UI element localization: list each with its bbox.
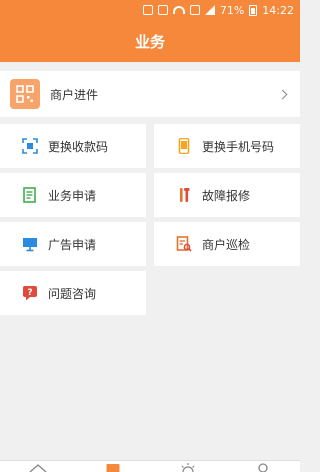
notification-icon-2 — [157, 5, 168, 15]
form-icon — [22, 187, 38, 203]
repair-tools-icon — [176, 187, 192, 203]
business-icon — [106, 464, 119, 472]
bottom-tab-bar — [0, 460, 300, 472]
wifi-icon — [172, 6, 185, 14]
merchant-inspection-label: 商户巡检 — [202, 237, 251, 252]
battery-icon — [249, 4, 258, 16]
question-consult-button[interactable]: ? 问题咨询 — [0, 271, 146, 315]
grid-row: 更换收款码 更换手机号码 — [0, 124, 300, 168]
business-application-label: 业务申请 — [48, 188, 97, 203]
signal-icon — [204, 5, 215, 15]
tab-profile[interactable] — [243, 461, 283, 472]
business-application-button[interactable]: 业务申请 — [0, 173, 146, 217]
notification-icon — [142, 5, 153, 15]
ad-screen-icon — [22, 236, 38, 252]
merchant-inspection-button[interactable]: 商户巡检 — [154, 222, 300, 266]
ad-application-button[interactable]: 广告申请 — [0, 222, 146, 266]
change-payment-code-button[interactable]: 更换收款码 — [0, 124, 146, 168]
merchant-onboarding-row[interactable]: 商户进件 — [0, 71, 300, 117]
service-grid: 更换收款码 更换手机号码 业务申请 故障报修 广告申请 商户巡检 ? 问题咨询 — [0, 124, 300, 320]
change-phone-button[interactable]: 更换手机号码 — [154, 124, 300, 168]
sim-icon — [189, 5, 200, 15]
phone-icon — [176, 137, 192, 155]
scan-code-icon — [22, 138, 38, 154]
question-icon: ? — [22, 285, 38, 301]
merchant-onboarding-label: 商户进件 — [50, 87, 99, 102]
battery-percent: 71% — [219, 3, 245, 17]
user-icon — [257, 463, 268, 472]
qr-code-icon — [10, 79, 40, 109]
ad-application-label: 广告申请 — [48, 237, 97, 252]
grid-row: 广告申请 商户巡检 — [0, 222, 300, 266]
status-bar: 71% 14:22 — [0, 0, 300, 20]
tab-business[interactable] — [93, 461, 133, 472]
question-consult-label: 问题咨询 — [48, 286, 97, 301]
app-bar: 业务 — [0, 20, 300, 62]
inspection-icon — [176, 236, 192, 252]
sun-icon — [181, 463, 194, 472]
grid-row: 业务申请 故障报修 — [0, 173, 300, 217]
tab-discover[interactable] — [168, 461, 208, 472]
clock: 14:22 — [262, 3, 294, 17]
change-phone-label: 更换手机号码 — [202, 139, 275, 154]
change-payment-code-label: 更换收款码 — [48, 139, 109, 154]
fault-repair-label: 故障报修 — [202, 188, 251, 203]
home-icon — [29, 464, 46, 472]
chevron-right-icon — [277, 89, 288, 99]
svg-text:?: ? — [27, 288, 32, 298]
tab-home[interactable] — [18, 461, 58, 472]
grid-row: ? 问题咨询 — [0, 271, 300, 315]
page-title: 业务 — [134, 32, 165, 51]
fault-repair-button[interactable]: 故障报修 — [154, 173, 300, 217]
